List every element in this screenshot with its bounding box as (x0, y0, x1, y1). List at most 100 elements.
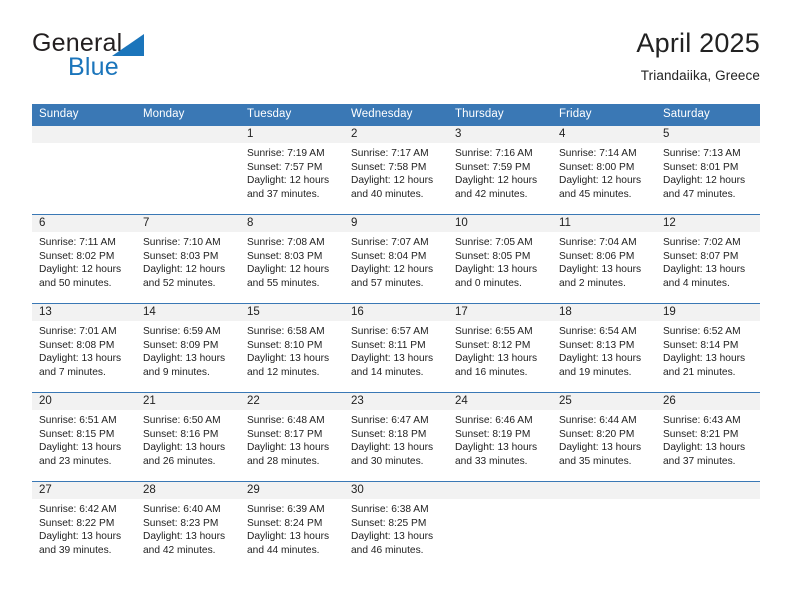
day-cell[interactable]: 24 Sunrise: 6:46 AM Sunset: 8:19 PM Dayligh… (448, 393, 552, 481)
day-cell[interactable]: 21 Sunrise: 6:50 AM Sunset: 8:16 PM Dayligh… (136, 393, 240, 481)
day-number-band: 9 (344, 215, 448, 232)
day-info: Sunrise: 7:01 AM Sunset: 8:08 PM Daylight:… (32, 321, 136, 379)
day-info: Sunrise: 7:04 AM Sunset: 8:06 PM Daylight:… (552, 232, 656, 290)
day-cell-empty (448, 482, 552, 570)
sunset-text: Sunset: 7:59 PM (455, 161, 531, 173)
day-cell[interactable]: 17 Sunrise: 6:55 AM Sunset: 8:12 PM Dayligh… (448, 304, 552, 392)
sunset-text: Sunset: 8:05 PM (455, 250, 531, 262)
daylight-text-line2: and 16 minutes. (455, 366, 528, 378)
sunrise-text: Sunrise: 6:44 AM (559, 415, 637, 426)
day-cell[interactable]: 27 Sunrise: 6:42 AM Sunset: 8:22 PM Dayligh… (32, 482, 136, 570)
day-cell[interactable]: 13 Sunrise: 7:01 AM Sunset: 8:08 PM Dayligh… (32, 304, 136, 392)
day-cell[interactable]: 4 Sunrise: 7:14 AM Sunset: 8:00 PM Daylight… (552, 126, 656, 214)
title-block: April 2025 Triandaiika, Greece (636, 26, 760, 86)
day-info: Sunrise: 7:11 AM Sunset: 8:02 PM Daylight:… (32, 232, 136, 290)
day-cell[interactable]: 18 Sunrise: 6:54 AM Sunset: 8:13 PM Dayligh… (552, 304, 656, 392)
day-number-band: 12 (656, 215, 760, 232)
daylight-text-line2: and 37 minutes. (663, 455, 736, 467)
day-cell[interactable]: 2 Sunrise: 7:17 AM Sunset: 7:58 PM Daylight… (344, 126, 448, 214)
day-cell[interactable]: 22 Sunrise: 6:48 AM Sunset: 8:17 PM Dayligh… (240, 393, 344, 481)
sunrise-text: Sunrise: 6:40 AM (143, 504, 221, 515)
sunset-text: Sunset: 8:21 PM (663, 428, 739, 440)
day-cell[interactable]: 26 Sunrise: 6:43 AM Sunset: 8:21 PM Dayligh… (656, 393, 760, 481)
day-cell[interactable]: 14 Sunrise: 6:59 AM Sunset: 8:09 PM Dayligh… (136, 304, 240, 392)
sunset-text: Sunset: 8:01 PM (663, 161, 739, 173)
daylight-text-line1: Daylight: 13 hours (455, 264, 538, 276)
day-number-band: 26 (656, 393, 760, 410)
daylight-text-line2: and 37 minutes. (247, 188, 320, 200)
day-cell[interactable]: 7 Sunrise: 7:10 AM Sunset: 8:03 PM Daylight… (136, 215, 240, 303)
day-number-band: 5 (656, 126, 760, 143)
day-cell[interactable]: 19 Sunrise: 6:52 AM Sunset: 8:14 PM Dayligh… (656, 304, 760, 392)
day-number: 18 (559, 306, 572, 318)
day-cell[interactable]: 8 Sunrise: 7:08 AM Sunset: 8:03 PM Daylight… (240, 215, 344, 303)
day-number-band (552, 482, 656, 499)
day-number-band: 22 (240, 393, 344, 410)
day-info (32, 143, 136, 147)
day-number-band: 16 (344, 304, 448, 321)
sunset-text: Sunset: 8:10 PM (247, 339, 323, 351)
weekday-friday: Friday (559, 108, 592, 120)
sunrise-text: Sunrise: 6:57 AM (351, 326, 429, 337)
day-cell[interactable]: 10 Sunrise: 7:05 AM Sunset: 8:05 PM Dayligh… (448, 215, 552, 303)
day-cell[interactable]: 16 Sunrise: 6:57 AM Sunset: 8:11 PM Dayligh… (344, 304, 448, 392)
daylight-text-line1: Daylight: 13 hours (143, 531, 226, 543)
day-number: 9 (351, 217, 358, 229)
day-number: 13 (39, 306, 52, 318)
weekday-thursday: Thursday (455, 108, 504, 120)
day-number-band: 2 (344, 126, 448, 143)
day-cell[interactable]: 12 Sunrise: 7:02 AM Sunset: 8:07 PM Dayligh… (656, 215, 760, 303)
day-number: 1 (247, 128, 254, 140)
daylight-text-line1: Daylight: 13 hours (351, 353, 434, 365)
daylight-text-line1: Daylight: 13 hours (663, 353, 746, 365)
daylight-text-line2: and 26 minutes. (143, 455, 216, 467)
sunrise-text: Sunrise: 7:10 AM (143, 237, 221, 248)
brand-name-blue: Blue (68, 53, 119, 81)
day-number-band: 20 (32, 393, 136, 410)
day-info: Sunrise: 7:08 AM Sunset: 8:03 PM Daylight:… (240, 232, 344, 290)
daylight-text-line1: Daylight: 13 hours (247, 442, 330, 454)
day-cell[interactable]: 6 Sunrise: 7:11 AM Sunset: 8:02 PM Daylight… (32, 215, 136, 303)
week-row: 13 Sunrise: 7:01 AM Sunset: 8:08 PM Dayligh… (32, 303, 760, 392)
day-number-band: 23 (344, 393, 448, 410)
daylight-text-line2: and 23 minutes. (39, 455, 112, 467)
day-cell[interactable]: 28 Sunrise: 6:40 AM Sunset: 8:23 PM Dayligh… (136, 482, 240, 570)
brand-logo[interactable]: General Blue (32, 30, 262, 90)
day-cell[interactable]: 3 Sunrise: 7:16 AM Sunset: 7:59 PM Daylight… (448, 126, 552, 214)
day-info: Sunrise: 6:54 AM Sunset: 8:13 PM Daylight:… (552, 321, 656, 379)
day-info: Sunrise: 6:42 AM Sunset: 8:22 PM Daylight:… (32, 499, 136, 557)
day-cell[interactable]: 11 Sunrise: 7:04 AM Sunset: 8:06 PM Dayligh… (552, 215, 656, 303)
day-cell[interactable]: 20 Sunrise: 6:51 AM Sunset: 8:15 PM Dayligh… (32, 393, 136, 481)
day-number-band: 25 (552, 393, 656, 410)
daylight-text-line1: Daylight: 13 hours (455, 442, 538, 454)
daylight-text-line2: and 14 minutes. (351, 366, 424, 378)
sunset-text: Sunset: 7:57 PM (247, 161, 323, 173)
calendar-page: General Blue April 2025 Triandaiika, Gre… (0, 0, 792, 612)
day-number: 26 (663, 395, 676, 407)
day-number-band: 7 (136, 215, 240, 232)
day-number-band (136, 126, 240, 143)
day-cell[interactable]: 23 Sunrise: 6:47 AM Sunset: 8:18 PM Dayligh… (344, 393, 448, 481)
day-cell[interactable]: 29 Sunrise: 6:39 AM Sunset: 8:24 PM Dayligh… (240, 482, 344, 570)
day-number: 2 (351, 128, 358, 140)
day-cell[interactable]: 9 Sunrise: 7:07 AM Sunset: 8:04 PM Daylight… (344, 215, 448, 303)
day-number-band: 28 (136, 482, 240, 499)
day-cell[interactable]: 15 Sunrise: 6:58 AM Sunset: 8:10 PM Dayligh… (240, 304, 344, 392)
day-number-band: 8 (240, 215, 344, 232)
day-cell[interactable]: 25 Sunrise: 6:44 AM Sunset: 8:20 PM Dayligh… (552, 393, 656, 481)
sunset-text: Sunset: 8:04 PM (351, 250, 427, 262)
weekday-sunday: Sunday (39, 108, 79, 120)
day-number-band: 4 (552, 126, 656, 143)
sunrise-text: Sunrise: 6:38 AM (351, 504, 429, 515)
day-cell[interactable]: 1 Sunrise: 7:19 AM Sunset: 7:57 PM Daylight… (240, 126, 344, 214)
sunrise-text: Sunrise: 6:43 AM (663, 415, 741, 426)
sunrise-text: Sunrise: 7:07 AM (351, 237, 429, 248)
day-cell[interactable]: 30 Sunrise: 6:38 AM Sunset: 8:25 PM Dayligh… (344, 482, 448, 570)
sunrise-text: Sunrise: 7:14 AM (559, 148, 637, 159)
daylight-text-line1: Daylight: 13 hours (663, 442, 746, 454)
brand-triangle-icon (112, 34, 144, 56)
sunrise-text: Sunrise: 6:59 AM (143, 326, 221, 337)
day-number-band: 24 (448, 393, 552, 410)
day-cell[interactable]: 5 Sunrise: 7:13 AM Sunset: 8:01 PM Daylight… (656, 126, 760, 214)
day-number: 24 (455, 395, 468, 407)
